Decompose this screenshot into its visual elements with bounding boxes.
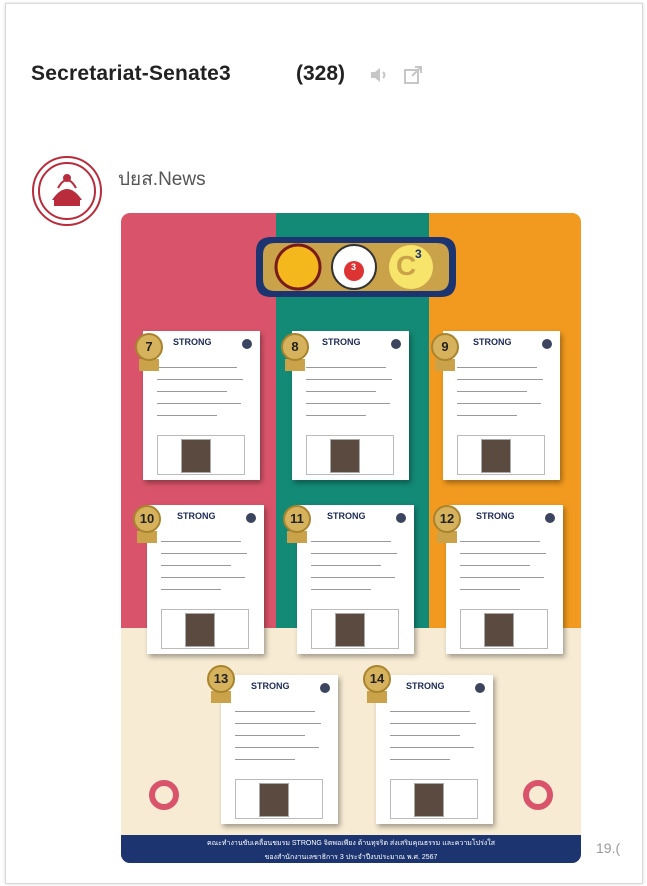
person-photo [481, 439, 511, 473]
post-footer-banner: คณะทำงานขับเคลื่อนชมรม STRONG จิตพอเพียง… [121, 835, 581, 863]
sender-name[interactable]: ปยส.News [118, 164, 206, 194]
person-photo [330, 439, 360, 473]
seal-icon [396, 513, 406, 523]
form-card: STRONG [376, 675, 493, 824]
seal-icon [542, 339, 552, 349]
footer-line-1: คณะทำงานขับเคลื่อนชมรม STRONG จิตพอเพียง… [207, 840, 495, 847]
medal-badge: 8 [281, 333, 309, 361]
seal-icon [475, 683, 485, 693]
person-photo [181, 439, 211, 473]
badge-c-superscript: 3 [415, 247, 422, 261]
card-logo: STRONG [173, 337, 212, 347]
card-logo: STRONG [327, 511, 366, 521]
ring-decoration [149, 780, 179, 810]
message-time: 19.( [596, 840, 621, 856]
post-image[interactable]: 3 C 3 STRONG STRONG STRONG STRONG STRONG… [121, 213, 581, 863]
form-card: STRONG [221, 675, 338, 824]
form-card: STRONG [446, 505, 563, 654]
form-card: STRONG [297, 505, 414, 654]
person-photo [335, 613, 365, 647]
form-card: STRONG [292, 331, 409, 480]
card-logo: STRONG [406, 681, 445, 691]
medal-badge: 9 [431, 333, 459, 361]
seal-icon [391, 339, 401, 349]
badge-c-letter: C [396, 250, 417, 281]
card-logo: STRONG [476, 511, 515, 521]
card-logo: STRONG [473, 337, 512, 347]
mute-icon[interactable] [368, 64, 390, 86]
medal-badge: 7 [135, 333, 163, 361]
seal-icon [320, 683, 330, 693]
card-logo: STRONG [251, 681, 290, 691]
cream-band [121, 628, 581, 863]
card-logo: STRONG [322, 337, 361, 347]
footer-line-2: ของสำนักงานเลขาธิการ 3 ประจำปีงบประมาณ พ… [264, 854, 438, 861]
medal-badge: 10 [133, 505, 161, 533]
medal-badge: 13 [207, 665, 235, 693]
medal-badge: 14 [363, 665, 391, 693]
seal-icon [545, 513, 555, 523]
chat-title: Secretariat-Senate3 [31, 62, 231, 85]
member-count: (328) [296, 62, 346, 85]
person-photo [484, 613, 514, 647]
card-logo: STRONG [177, 511, 216, 521]
form-card: STRONG [443, 331, 560, 480]
avatar[interactable] [32, 156, 102, 226]
badge-center-number: 3 [351, 262, 357, 272]
medal-badge: 12 [433, 505, 461, 533]
medal-badge: 11 [283, 505, 311, 533]
person-photo [185, 613, 215, 647]
ring-decoration [523, 780, 553, 810]
external-link-icon[interactable] [402, 64, 424, 86]
form-card: STRONG [147, 505, 264, 654]
seal-icon [246, 513, 256, 523]
person-photo [259, 783, 289, 817]
seal-icon [242, 339, 252, 349]
person-photo [414, 783, 444, 817]
